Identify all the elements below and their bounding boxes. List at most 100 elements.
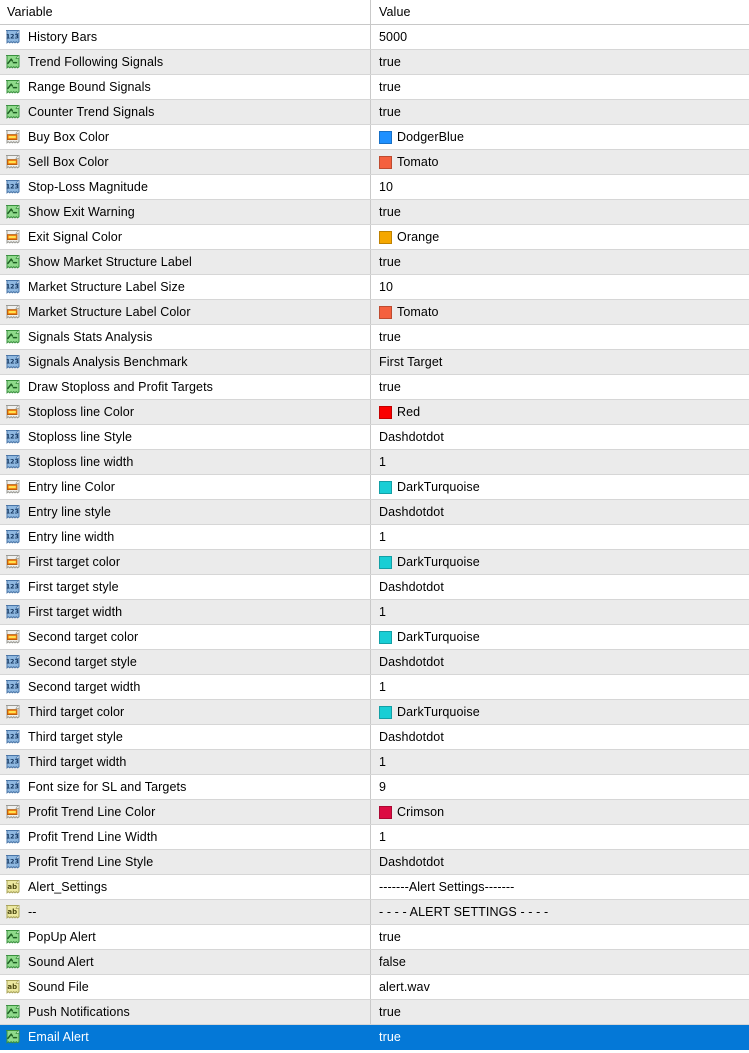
table-row[interactable]: First target color DarkTurquoise — [0, 550, 749, 575]
cell-variable[interactable]: Buy Box Color — [0, 125, 371, 149]
cell-value[interactable]: 1 — [371, 450, 749, 474]
cell-variable[interactable]: ab -- — [0, 900, 371, 924]
table-row[interactable]: 123 Profit Trend Line Style Dashdotdot — [0, 850, 749, 875]
table-row[interactable]: Sound Alert false — [0, 950, 749, 975]
cell-variable[interactable]: 123 Entry line style — [0, 500, 371, 524]
cell-variable[interactable]: Exit Signal Color — [0, 225, 371, 249]
table-row[interactable]: Stoploss line Color Red — [0, 400, 749, 425]
cell-value[interactable]: DarkTurquoise — [371, 550, 749, 574]
cell-variable[interactable]: 123 Third target width — [0, 750, 371, 774]
cell-value[interactable]: Dashdotdot — [371, 725, 749, 749]
table-row[interactable]: Email Alert true — [0, 1025, 749, 1050]
cell-value[interactable]: DarkTurquoise — [371, 700, 749, 724]
cell-value[interactable]: 5000 — [371, 25, 749, 49]
cell-value[interactable]: Dashdotdot — [371, 850, 749, 874]
cell-value[interactable]: 1 — [371, 675, 749, 699]
cell-value[interactable]: Red — [371, 400, 749, 424]
table-row[interactable]: Draw Stoploss and Profit Targets true — [0, 375, 749, 400]
table-row[interactable]: Sell Box Color Tomato — [0, 150, 749, 175]
cell-variable[interactable]: Counter Trend Signals — [0, 100, 371, 124]
cell-variable[interactable]: Email Alert — [0, 1025, 371, 1049]
table-row[interactable]: Market Structure Label Color Tomato — [0, 300, 749, 325]
table-row[interactable]: Third target color DarkTurquoise — [0, 700, 749, 725]
cell-value[interactable]: true — [371, 100, 749, 124]
table-row[interactable]: 123 Entry line style Dashdotdot — [0, 500, 749, 525]
table-row[interactable]: ab Sound File alert.wav — [0, 975, 749, 1000]
cell-variable[interactable]: Draw Stoploss and Profit Targets — [0, 375, 371, 399]
table-row[interactable]: 123 Market Structure Label Size 10 — [0, 275, 749, 300]
cell-variable[interactable]: Trend Following Signals — [0, 50, 371, 74]
cell-variable[interactable]: Sell Box Color — [0, 150, 371, 174]
cell-variable[interactable]: 123 Second target style — [0, 650, 371, 674]
cell-value[interactable]: 1 — [371, 525, 749, 549]
cell-variable[interactable]: First target color — [0, 550, 371, 574]
table-row[interactable]: 123 First target width 1 — [0, 600, 749, 625]
table-row[interactable]: 123 Second target style Dashdotdot — [0, 650, 749, 675]
cell-variable[interactable]: Entry line Color — [0, 475, 371, 499]
cell-variable[interactable]: 123 History Bars — [0, 25, 371, 49]
cell-value[interactable]: 1 — [371, 600, 749, 624]
table-row[interactable]: 123 Third target width 1 — [0, 750, 749, 775]
cell-variable[interactable]: 123 Font size for SL and Targets — [0, 775, 371, 799]
cell-variable[interactable]: 123 First target style — [0, 575, 371, 599]
cell-value[interactable]: true — [371, 50, 749, 74]
table-row[interactable]: ab -- - - - - ALERT SETTINGS - - - - — [0, 900, 749, 925]
cell-value[interactable]: Dashdotdot — [371, 650, 749, 674]
cell-value[interactable]: Tomato — [371, 150, 749, 174]
cell-value[interactable]: Tomato — [371, 300, 749, 324]
table-row[interactable]: 123 Stoploss line Style Dashdotdot — [0, 425, 749, 450]
table-row[interactable]: 123 Entry line width 1 — [0, 525, 749, 550]
cell-variable[interactable]: Stoploss line Color — [0, 400, 371, 424]
cell-variable[interactable]: 123 Second target width — [0, 675, 371, 699]
cell-value[interactable]: DodgerBlue — [371, 125, 749, 149]
cell-variable[interactable]: 123 Entry line width — [0, 525, 371, 549]
cell-variable[interactable]: Show Exit Warning — [0, 200, 371, 224]
cell-value[interactable]: Dashdotdot — [371, 425, 749, 449]
cell-variable[interactable]: Show Market Structure Label — [0, 250, 371, 274]
cell-variable[interactable]: 123 Stop-Loss Magnitude — [0, 175, 371, 199]
cell-value[interactable]: true — [371, 1000, 749, 1024]
cell-variable[interactable]: 123 Signals Analysis Benchmark — [0, 350, 371, 374]
cell-value[interactable]: 9 — [371, 775, 749, 799]
cell-value[interactable]: First Target — [371, 350, 749, 374]
cell-value[interactable]: 10 — [371, 175, 749, 199]
table-row[interactable]: Range Bound Signals true — [0, 75, 749, 100]
table-row[interactable]: Show Exit Warning true — [0, 200, 749, 225]
table-row[interactable]: ab Alert_Settings -------Alert Settings---… — [0, 875, 749, 900]
cell-variable[interactable]: Profit Trend Line Color — [0, 800, 371, 824]
cell-value[interactable]: Crimson — [371, 800, 749, 824]
table-row[interactable]: Second target color DarkTurquoise — [0, 625, 749, 650]
table-row[interactable]: Counter Trend Signals true — [0, 100, 749, 125]
cell-variable[interactable]: ab Sound File — [0, 975, 371, 999]
inputs-property-grid[interactable]: Variable Value 123 History Bars 5000 Trend … — [0, 0, 749, 1053]
cell-value[interactable]: true — [371, 925, 749, 949]
cell-value[interactable]: - - - - ALERT SETTINGS - - - - — [371, 900, 749, 924]
table-row[interactable]: Trend Following Signals true — [0, 50, 749, 75]
table-row[interactable]: PopUp Alert true — [0, 925, 749, 950]
cell-variable[interactable]: PopUp Alert — [0, 925, 371, 949]
cell-value[interactable]: Dashdotdot — [371, 500, 749, 524]
cell-value[interactable]: Orange — [371, 225, 749, 249]
table-row[interactable]: 123 Stop-Loss Magnitude 10 — [0, 175, 749, 200]
table-row[interactable]: 123 Third target style Dashdotdot — [0, 725, 749, 750]
cell-value[interactable]: 1 — [371, 750, 749, 774]
cell-variable[interactable]: 123 Profit Trend Line Style — [0, 850, 371, 874]
cell-variable[interactable]: Third target color — [0, 700, 371, 724]
cell-variable[interactable]: 123 Stoploss line width — [0, 450, 371, 474]
cell-variable[interactable]: Push Notifications — [0, 1000, 371, 1024]
cell-variable[interactable]: ab Alert_Settings — [0, 875, 371, 899]
table-row[interactable]: 123 Font size for SL and Targets 9 — [0, 775, 749, 800]
cell-value[interactable]: true — [371, 200, 749, 224]
table-row[interactable]: Buy Box Color DodgerBlue — [0, 125, 749, 150]
table-row[interactable]: Push Notifications true — [0, 1000, 749, 1025]
table-row[interactable]: 123 Signals Analysis Benchmark First Targe… — [0, 350, 749, 375]
cell-value[interactable]: true — [371, 250, 749, 274]
grid-rows[interactable]: 123 History Bars 5000 Trend Following Signa… — [0, 25, 749, 1050]
table-row[interactable]: 123 Profit Trend Line Width 1 — [0, 825, 749, 850]
cell-value[interactable]: -------Alert Settings------- — [371, 875, 749, 899]
cell-value[interactable]: true — [371, 325, 749, 349]
cell-variable[interactable]: 123 First target width — [0, 600, 371, 624]
cell-value[interactable]: alert.wav — [371, 975, 749, 999]
cell-value[interactable]: true — [371, 75, 749, 99]
cell-value[interactable]: Dashdotdot — [371, 575, 749, 599]
